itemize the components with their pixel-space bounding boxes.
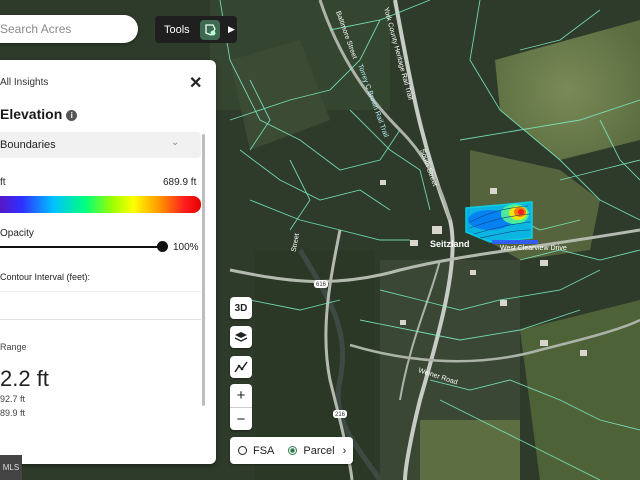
contour-interval-input[interactable] xyxy=(0,291,201,320)
elevation-contour-overlay[interactable] xyxy=(465,201,533,243)
search-input[interactable]: Search Acres xyxy=(0,22,71,36)
range-max-label: 689.9 ft xyxy=(163,177,197,188)
fsa-radio[interactable] xyxy=(238,446,247,455)
chevron-down-icon: ⌄ xyxy=(171,137,180,148)
opacity-value: 100% xyxy=(173,242,199,253)
tools-toolbar[interactable]: Tools ▶ xyxy=(155,16,237,43)
measure-icon xyxy=(234,361,248,373)
info-icon[interactable]: i xyxy=(66,110,78,121)
fsa-label[interactable]: FSA xyxy=(253,445,274,457)
chevron-right-icon[interactable]: › xyxy=(343,445,347,457)
parcel-tool-icon[interactable] xyxy=(200,19,220,40)
3d-toggle-button[interactable]: 3D xyxy=(230,297,252,319)
panel-scrollbar[interactable] xyxy=(202,134,205,406)
place-label-seitzland: Seitzland xyxy=(430,239,470,249)
zoom-controls: + − xyxy=(230,384,252,430)
layer-select-value: Boundaries xyxy=(0,139,56,151)
opacity-slider-handle[interactable] xyxy=(157,241,168,252)
range-min-label: ft xyxy=(0,177,6,188)
opacity-label: Opacity xyxy=(0,228,34,239)
stat-value: 2.2 ft xyxy=(0,366,49,391)
zoom-out-button[interactable]: − xyxy=(230,408,252,431)
mls-attribution: MLS xyxy=(0,455,22,480)
boundary-layer-toggle: FSA Parcel › xyxy=(230,437,353,464)
layers-button[interactable] xyxy=(230,326,252,348)
stat-max: 92.7 ft xyxy=(0,394,26,404)
back-to-insights-link[interactable]: All Insights xyxy=(0,77,48,88)
measure-button[interactable] xyxy=(230,356,252,378)
farm-field xyxy=(420,420,520,480)
zoom-in-button[interactable]: + xyxy=(230,384,252,407)
panel-title: Elevation i xyxy=(0,106,78,122)
stat-label: Range xyxy=(0,342,27,352)
parcel-label[interactable]: Parcel xyxy=(303,445,334,457)
route-616: 616 xyxy=(316,282,327,288)
contour-interval-label: Contour Interval (feet): xyxy=(0,272,91,282)
stat-min: 89.9 ft xyxy=(0,408,26,418)
route-216: 216 xyxy=(335,412,346,418)
caret-right-icon[interactable]: ▶ xyxy=(228,24,235,35)
search-bar[interactable]: Search Acres xyxy=(0,15,138,43)
street-label-clearview: West Clearview Drive xyxy=(500,245,567,252)
layers-icon xyxy=(234,332,248,342)
insights-panel: All Insights ✕ Elevation i Boundaries ⌄ f… xyxy=(0,60,216,464)
close-icon[interactable]: ✕ xyxy=(189,73,202,93)
elevation-color-ramp xyxy=(0,196,201,213)
tools-label: Tools xyxy=(164,23,190,36)
parcel-radio[interactable] xyxy=(288,446,298,455)
layer-select[interactable]: Boundaries ⌄ xyxy=(0,132,201,158)
opacity-slider-track[interactable] xyxy=(0,246,162,248)
